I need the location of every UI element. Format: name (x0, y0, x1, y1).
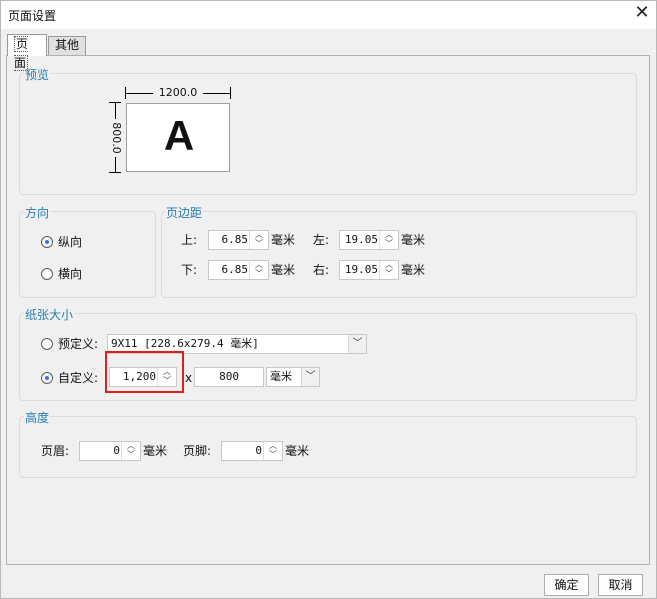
page-setup-dialog: 页面设置 ✕ 页面 其他 预览 1200.0 800.0 A 方向 纵向 横向 … (0, 0, 657, 599)
margin-top-unit: 毫米 (271, 233, 296, 247)
margin-right-stepper[interactable]: 19.05 ︿ ﹀ (339, 260, 399, 280)
chevron-down-icon[interactable]: ﹀ (384, 270, 394, 278)
margin-right-value: 19.05 (344, 263, 378, 276)
custom-label[interactable]: 自定义: (58, 371, 98, 385)
paper-size-group-label: 纸张大小 (24, 306, 75, 323)
margin-top-stepper[interactable]: 6.85 ︿ ﹀ (208, 230, 269, 250)
header-height-stepper[interactable]: 0 ︿ ﹀ (79, 441, 141, 461)
margin-left-stepper[interactable]: 19.05 ︿ ﹀ (339, 230, 399, 250)
custom-height-value: 800 (219, 370, 239, 383)
margins-group-label: 页边距 (165, 204, 204, 221)
margin-top-label: 上: (181, 233, 198, 247)
ok-button[interactable]: 确定 (544, 574, 589, 596)
custom-height-stepper[interactable]: 800 (194, 367, 264, 387)
footer-height-value: 0 (255, 444, 262, 457)
preview-paper: A (126, 103, 230, 172)
chevron-down-icon[interactable]: ﹀ (384, 240, 394, 248)
chevron-down-icon[interactable]: ﹀ (126, 451, 136, 459)
footer-unit: 毫米 (285, 444, 310, 458)
custom-size-separator: x (185, 371, 193, 385)
predefined-paper-value: 9X11 [228.6x279.4 毫米] (111, 337, 259, 350)
custom-width-highlight (105, 351, 184, 393)
title-bar: 页面设置 ✕ (1, 1, 656, 29)
header-footer-group-label: 高度 (24, 409, 51, 426)
margin-top-value: 6.85 (221, 233, 249, 246)
predefined-label[interactable]: 预定义: (58, 337, 98, 351)
tab-other[interactable]: 其他 (48, 36, 86, 55)
chevron-up-icon[interactable]: ︿ (384, 231, 394, 239)
orientation-group-label: 方向 (24, 204, 51, 221)
paper-unit-value: 毫米 (270, 370, 292, 383)
preview-height-dimension: 800.0 (109, 102, 123, 173)
preview-letter: A (163, 112, 195, 159)
tab-page[interactable]: 页面 (7, 34, 47, 71)
chevron-down-icon[interactable]: ﹀ (301, 368, 319, 386)
close-button[interactable]: ✕ (631, 3, 653, 25)
header-label: 页眉: (41, 444, 70, 458)
margin-left-label: 左: (313, 233, 330, 247)
margin-bottom-label: 下: (181, 263, 198, 277)
close-icon: ✕ (634, 2, 650, 23)
preview-width-dimension: 1200.0 (125, 87, 231, 99)
footer-height-stepper[interactable]: 0 ︿ ﹀ (221, 441, 283, 461)
landscape-radio[interactable] (41, 268, 53, 280)
footer-label: 页脚: (183, 444, 212, 458)
orientation-group (19, 211, 156, 298)
chevron-up-icon[interactable]: ︿ (384, 261, 394, 269)
margin-right-unit: 毫米 (401, 263, 426, 277)
chevron-up-icon[interactable]: ︿ (254, 261, 264, 269)
tab-page-label: 页面 (14, 36, 29, 71)
paper-unit-select[interactable]: 毫米 ﹀ (266, 367, 320, 387)
preview-height-text: 800.0 (110, 119, 123, 157)
margin-bottom-unit: 毫米 (271, 263, 296, 277)
custom-radio[interactable] (41, 372, 53, 384)
cancel-button[interactable]: 取消 (598, 574, 643, 596)
chevron-down-icon[interactable]: ﹀ (348, 335, 366, 353)
chevron-down-icon[interactable]: ﹀ (254, 270, 264, 278)
header-unit: 毫米 (143, 444, 168, 458)
header-height-value: 0 (113, 444, 120, 457)
predefined-radio[interactable] (41, 338, 53, 350)
margin-left-value: 19.05 (344, 233, 378, 246)
margin-bottom-value: 6.85 (221, 263, 249, 276)
chevron-up-icon[interactable]: ︿ (126, 442, 136, 450)
margin-left-unit: 毫米 (401, 233, 426, 247)
margins-group (161, 211, 637, 298)
chevron-up-icon[interactable]: ︿ (268, 442, 278, 450)
window-title: 页面设置 (8, 9, 57, 23)
portrait-radio[interactable] (41, 236, 53, 248)
tab-other-label: 其他 (55, 38, 80, 52)
preview-width-text: 1200.0 (153, 87, 203, 99)
margin-bottom-stepper[interactable]: 6.85 ︿ ﹀ (208, 260, 269, 280)
chevron-up-icon[interactable]: ︿ (254, 231, 264, 239)
chevron-down-icon[interactable]: ﹀ (268, 451, 278, 459)
margin-right-label: 右: (313, 263, 330, 277)
landscape-label[interactable]: 横向 (58, 267, 82, 281)
chevron-down-icon[interactable]: ﹀ (254, 240, 264, 248)
portrait-label[interactable]: 纵向 (58, 235, 82, 249)
